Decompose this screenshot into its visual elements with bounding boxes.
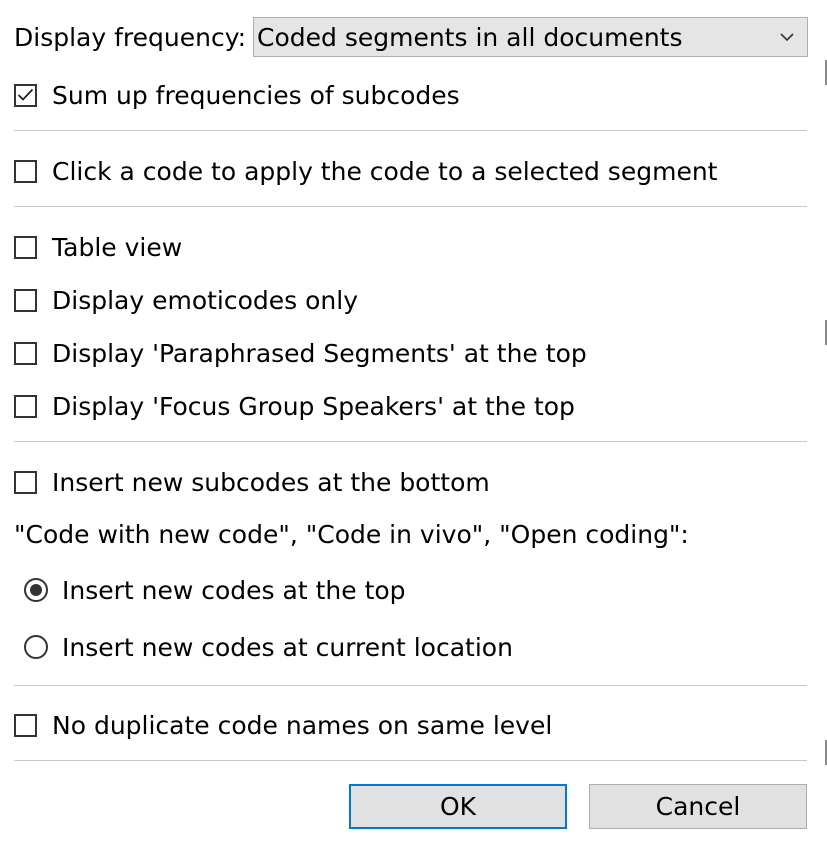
insert-current-label: Insert new codes at current location (62, 632, 513, 662)
click-apply-checkbox-row[interactable]: Click a code to apply the code to a sele… (14, 156, 717, 186)
display-frequency-select[interactable]: Coded segments in all documents (253, 17, 808, 57)
coding-section-label: "Code with new code", "Code in vivo", "O… (14, 520, 689, 549)
ok-button[interactable]: OK (349, 784, 567, 829)
insert-current-radio[interactable] (24, 635, 48, 659)
focus-group-checkbox-row[interactable]: Display 'Focus Group Speakers' at the to… (14, 391, 575, 421)
table-view-checkbox[interactable] (14, 235, 37, 259)
separator (14, 206, 807, 207)
separator (14, 130, 807, 131)
emoticodes-label: Display emoticodes only (52, 285, 359, 315)
emoticodes-checkbox-row[interactable]: Display emoticodes only (14, 285, 358, 315)
click-apply-checkbox[interactable] (14, 159, 37, 183)
display-frequency-label: Display frequency: (14, 23, 247, 52)
display-frequency-value: Coded segments in all documents (257, 22, 683, 52)
sum-subcodes-label: Sum up frequencies of subcodes (52, 80, 460, 110)
insert-top-radio-row[interactable]: Insert new codes at the top (24, 575, 406, 605)
emoticodes-checkbox[interactable] (14, 288, 37, 312)
radio-dot-icon (30, 584, 42, 596)
sum-subcodes-checkbox-row[interactable]: Sum up frequencies of subcodes (14, 80, 460, 110)
subcodes-bottom-label: Insert new subcodes at the bottom (52, 467, 490, 497)
focus-group-checkbox[interactable] (14, 394, 37, 418)
focus-group-label: Display 'Focus Group Speakers' at the to… (52, 391, 575, 421)
table-view-label: Table view (52, 232, 183, 262)
cancel-button[interactable]: Cancel (589, 784, 807, 829)
paraphrased-checkbox-row[interactable]: Display 'Paraphrased Segments' at the to… (14, 338, 587, 368)
click-apply-label: Click a code to apply the code to a sele… (52, 156, 718, 186)
no-duplicate-label: No duplicate code names on same level (52, 710, 553, 740)
subcodes-bottom-checkbox[interactable] (14, 470, 37, 494)
table-view-checkbox-row[interactable]: Table view (14, 232, 182, 262)
separator (14, 760, 807, 761)
separator (14, 441, 807, 442)
no-duplicate-checkbox-row[interactable]: No duplicate code names on same level (14, 710, 552, 740)
insert-top-radio[interactable] (24, 578, 48, 602)
insert-current-radio-row[interactable]: Insert new codes at current location (24, 632, 513, 662)
separator (14, 685, 807, 686)
insert-top-label: Insert new codes at the top (62, 575, 406, 605)
sum-subcodes-checkbox[interactable] (14, 83, 37, 107)
no-duplicate-checkbox[interactable] (14, 713, 37, 737)
chevron-down-icon (767, 32, 807, 42)
checkmark-icon (17, 88, 34, 101)
paraphrased-label: Display 'Paraphrased Segments' at the to… (52, 338, 587, 368)
paraphrased-checkbox[interactable] (14, 341, 37, 365)
subcodes-bottom-checkbox-row[interactable]: Insert new subcodes at the bottom (14, 467, 490, 497)
